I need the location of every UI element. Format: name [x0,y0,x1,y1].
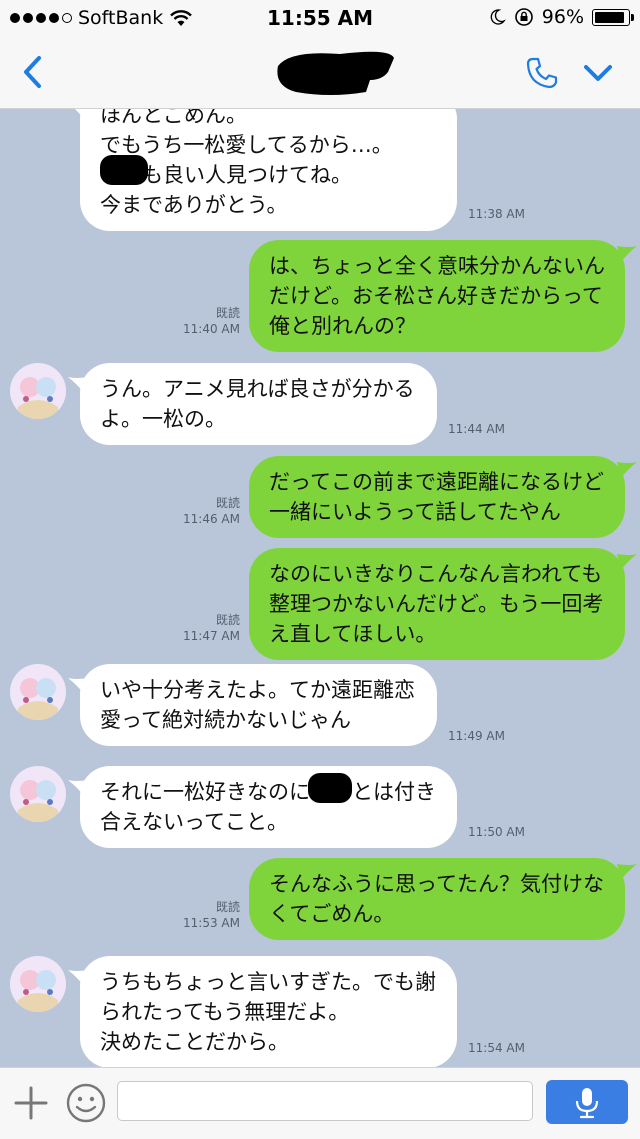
message-timestamp: 11:49 AM [448,729,505,743]
message-text: だってこの前まで遠距離になるけど 一緒にいようって話してたやん [269,470,604,524]
plus-icon[interactable] [12,1084,50,1122]
status-right: 96% [488,6,634,28]
outgoing-message-bubble[interactable]: は、ちょっと全く意味分かんないん だけど。おそ松さん好きだからって 俺と別れんの… [249,240,625,352]
battery-icon [592,8,634,26]
moon-icon [490,9,506,25]
microphone-icon [575,1088,599,1119]
redaction-mark [308,773,352,803]
avatar-illustration-icon [18,970,58,1012]
bubble-tail [617,864,637,880]
bubble-tail [617,554,637,570]
status-bar: SoftBank 11:55 AM 96% [0,0,640,36]
contact-avatar[interactable] [10,766,66,822]
contact-avatar[interactable] [10,664,66,720]
contact-avatar[interactable] [10,956,66,1012]
redaction-mark [100,155,148,185]
bubble-tail [68,377,88,393]
battery-percent: 96% [541,6,584,28]
chevron-down-icon[interactable] [582,62,614,84]
bubble-tail [617,462,637,478]
incoming-message-bubble[interactable]: それに一松好きなのに とは付き 合えないってこと。 [80,766,457,848]
read-receipt: 既読 [215,613,240,627]
message-timestamp: 11:40 AM [183,322,240,336]
redacted-contact-name [277,51,394,95]
read-receipt: 既読 [215,496,240,510]
avatar-illustration-icon [18,678,58,720]
bubble-tail [68,780,88,796]
outgoing-message-bubble[interactable]: だってこの前まで遠距離になるけど 一緒にいようって話してたやん [249,456,625,538]
read-receipt: 既読 [215,900,240,914]
message-list[interactable]: ほんとごめん。 でもうち一松愛してるから…。 も良い人見つけてね。 今までありが… [0,109,640,1067]
phone-icon[interactable] [525,56,559,90]
smiley-icon[interactable] [65,1082,107,1124]
message-text: なのにいきなりこんなん言われても 整理つかないんだけど。もう一回考 え直してほし… [269,562,604,646]
bubble-tail [617,246,637,262]
message-timestamp: 11:44 AM [448,422,505,436]
bubble-tail [74,109,87,119]
message-timestamp: 11:54 AM [468,1041,525,1055]
read-receipt: 既読 [215,306,240,320]
message-text: それに一松好きなのに とは付き 合えないってこと。 [100,780,436,834]
message-text: うちもちょっと言いすぎた。でも謝 られたってもう無理だよ。 決めたことだから。 [100,970,436,1054]
message-input[interactable] [117,1081,533,1121]
message-timestamp: 11:50 AM [468,825,525,839]
back-chevron-icon[interactable] [18,54,48,90]
rotation-lock-icon [514,8,533,26]
bubble-tail [68,678,88,694]
incoming-message-bubble[interactable]: いや十分考えたよ。てか遠距離恋 愛って絶対続かないじゃん [80,664,437,746]
incoming-message-bubble[interactable]: うん。アニメ見れば良さが分かる よ。一松の。 [80,363,437,445]
avatar-illustration-icon [18,780,58,822]
message-timestamp: 11:53 AM [183,916,240,930]
contact-avatar[interactable] [10,363,66,419]
message-text: うん。アニメ見れば良さが分かる よ。一松の。 [100,377,415,431]
outgoing-message-bubble[interactable]: そんなふうに思ってたん？気付けな くてごめん。 [249,858,625,940]
avatar-illustration-icon [18,377,58,419]
message-timestamp: 11:46 AM [183,512,240,526]
outgoing-message-bubble[interactable]: なのにいきなりこんなん言われても 整理つかないんだけど。もう一回考 え直してほし… [249,548,625,660]
incoming-message-bubble[interactable]: うちもちょっと言いすぎた。でも謝 られたってもう無理だよ。 決めたことだから。 [80,956,457,1067]
message-timestamp: 11:47 AM [183,629,240,643]
chat-header [0,36,640,109]
message-text: そんなふうに思ってたん？気付けな くてごめん。 [269,872,604,926]
message-timestamp: 11:38 AM [468,207,525,221]
composer-bar [0,1067,640,1139]
voice-button[interactable] [546,1080,628,1124]
bubble-tail [68,970,88,986]
message-text: は、ちょっと全く意味分かんないん だけど。おそ松さん好きだからって 俺と別れんの… [269,254,605,338]
message-text: いや十分考えたよ。てか遠距離恋 愛って絶対続かないじゃん [100,678,415,732]
